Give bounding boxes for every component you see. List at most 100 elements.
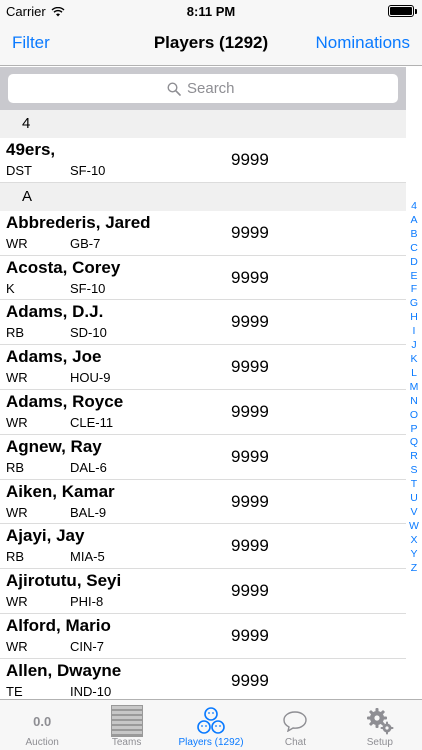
player-position: WR xyxy=(6,414,28,430)
player-name: Adams, Royce xyxy=(6,391,124,411)
player-value: 9999 xyxy=(231,625,269,645)
player-name: Acosta, Corey xyxy=(6,257,121,277)
tab-chat-label: Chat xyxy=(284,737,306,748)
index-letter[interactable]: C xyxy=(410,242,418,256)
search-input[interactable] xyxy=(187,80,239,97)
tab-auction[interactable]: 0.0 Auction xyxy=(0,700,84,750)
player-value: 9999 xyxy=(231,312,269,332)
search-bar xyxy=(0,67,406,110)
player-name: Allen, Dwayne xyxy=(6,660,122,680)
index-letter[interactable]: H xyxy=(410,311,418,325)
index-letter[interactable]: N xyxy=(410,395,418,409)
player-team: CIN-7 xyxy=(70,638,104,654)
player-position: RB xyxy=(6,325,25,341)
player-row[interactable]: Allen, Dwayne TE IND-10 9999 xyxy=(0,659,406,699)
section-index[interactable]: 4ABCDEFGHIJKLMNOPQRSTUVWXYZ xyxy=(406,200,422,575)
index-letter[interactable]: Y xyxy=(410,548,417,562)
nominations-button[interactable]: Nominations xyxy=(316,33,411,53)
index-letter[interactable]: X xyxy=(410,534,417,548)
player-position: K xyxy=(6,280,15,296)
player-team: IND-10 xyxy=(70,683,112,699)
player-team: HOU-9 xyxy=(70,370,111,386)
player-value: 9999 xyxy=(231,222,269,242)
player-team: PHI-8 xyxy=(70,594,104,610)
player-team: MIA-5 xyxy=(70,549,105,565)
player-row[interactable]: Adams, Royce WR CLE-11 9999 xyxy=(0,390,406,435)
player-value: 9999 xyxy=(231,401,269,421)
index-letter[interactable]: Z xyxy=(411,562,417,576)
player-position: WR xyxy=(6,594,28,610)
index-letter[interactable]: P xyxy=(410,423,417,437)
gears-icon xyxy=(364,706,396,736)
tab-teams[interactable]: Teams xyxy=(84,700,168,750)
player-name: Ajirotutu, Seyi xyxy=(6,571,122,591)
battery-icon xyxy=(388,5,417,17)
player-row[interactable]: Aiken, Kamar WR BAL-9 9999 xyxy=(0,480,406,525)
index-letter[interactable]: E xyxy=(410,270,417,284)
player-value: 9999 xyxy=(231,357,269,377)
tab-setup-label: Setup xyxy=(366,737,393,748)
player-row[interactable]: Ajirotutu, Seyi WR PHI-8 9999 xyxy=(0,569,406,614)
player-row[interactable]: Ajayi, Jay RB MIA-5 9999 xyxy=(0,524,406,570)
index-letter[interactable]: F xyxy=(411,283,417,297)
tab-setup[interactable]: Setup xyxy=(338,700,422,750)
player-name: Ajayi, Jay xyxy=(6,526,85,546)
player-name: Adams, D.J. xyxy=(6,302,104,322)
player-team: SF-10 xyxy=(70,163,106,178)
player-row[interactable]: Acosta, Corey K SF-10 9999 xyxy=(0,256,406,301)
index-letter[interactable]: M xyxy=(410,381,419,395)
player-value: 9999 xyxy=(231,581,269,601)
index-letter[interactable]: J xyxy=(411,339,416,353)
index-letter[interactable]: V xyxy=(410,506,417,520)
player-team: GB-7 xyxy=(70,235,101,251)
player-name: Alford, Mario xyxy=(6,615,111,635)
tab-teams-label: Teams xyxy=(111,737,142,748)
index-letter[interactable]: U xyxy=(410,492,418,506)
index-letter[interactable]: S xyxy=(410,464,417,478)
index-letter[interactable]: G xyxy=(410,297,418,311)
status-bar: Carrier 8:11 PM xyxy=(0,0,422,22)
player-name: Aiken, Kamar xyxy=(6,481,115,501)
index-letter[interactable]: I xyxy=(413,325,416,339)
tab-auction-label: Auction xyxy=(25,737,59,748)
player-name: Agnew, Ray xyxy=(6,436,102,456)
player-row[interactable]: Adams, D.J. RB SD-10 9999 xyxy=(0,300,406,346)
player-row[interactable]: Adams, Joe WR HOU-9 9999 xyxy=(0,345,406,390)
index-letter[interactable]: L xyxy=(411,367,417,381)
player-row[interactable]: 49ers, DST SF-10 9999 xyxy=(0,138,406,183)
index-letter[interactable]: W xyxy=(409,520,419,534)
tab-players-label: Players (1292) xyxy=(178,737,244,748)
chat-bubble-icon xyxy=(279,706,311,736)
player-row[interactable]: Agnew, Ray RB DAL-6 9999 xyxy=(0,435,406,480)
status-time: 8:11 PM xyxy=(186,4,236,19)
players-list[interactable]: 4 49ers, DST SF-10 9999 A Abbrederis, Ja… xyxy=(0,110,406,699)
index-letter[interactable]: A xyxy=(410,214,417,228)
player-position: DST xyxy=(6,163,32,178)
index-letter[interactable]: D xyxy=(410,256,418,270)
index-letter[interactable]: Q xyxy=(410,436,418,450)
tab-players[interactable]: Players (1292) xyxy=(169,700,253,750)
player-team: CLE-11 xyxy=(70,414,114,430)
index-letter[interactable]: K xyxy=(410,353,417,367)
index-letter[interactable]: T xyxy=(411,478,417,492)
player-position: WR xyxy=(6,504,28,520)
player-name: Adams, Joe xyxy=(6,347,102,367)
search-icon xyxy=(167,81,181,96)
search-field[interactable] xyxy=(8,74,398,103)
filter-button[interactable]: Filter xyxy=(12,33,50,53)
index-letter[interactable]: B xyxy=(410,228,417,242)
tab-chat[interactable]: Chat xyxy=(253,700,337,750)
player-value: 9999 xyxy=(231,670,269,690)
player-position: WR xyxy=(6,370,28,386)
player-value: 9999 xyxy=(231,536,269,556)
index-letter[interactable]: O xyxy=(410,409,418,423)
player-row[interactable]: Alford, Mario WR CIN-7 9999 xyxy=(0,614,406,659)
player-name: 49ers, xyxy=(6,140,56,159)
index-letter[interactable]: R xyxy=(410,450,418,464)
auction-value: 0.0 xyxy=(33,713,52,729)
player-position: RB xyxy=(6,549,25,565)
player-value: 9999 xyxy=(231,150,269,169)
player-row[interactable]: Abbrederis, Jared WR GB-7 9999 xyxy=(0,211,406,256)
navigation-bar: Filter Players (1292) Nominations xyxy=(0,22,422,66)
index-letter[interactable]: 4 xyxy=(411,200,417,214)
